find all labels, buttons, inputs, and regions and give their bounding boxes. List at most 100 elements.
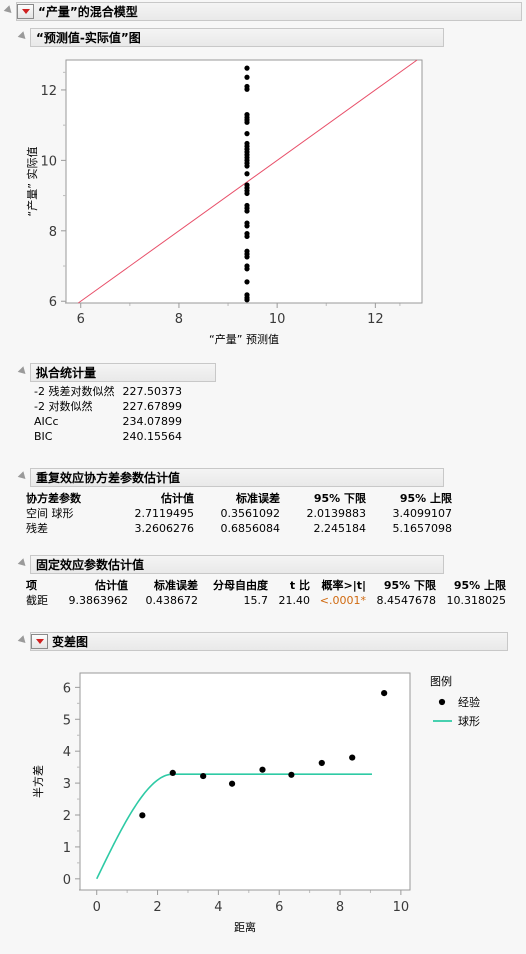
column-header[interactable]: 项 [22, 577, 58, 594]
fit-stat-value: 234.07899 [122, 415, 182, 428]
column-header[interactable]: 估计值 [58, 577, 132, 594]
x-axis-tick-label: 6 [77, 312, 85, 327]
x-axis-tick-label: 8 [336, 900, 344, 915]
table-row: -2 对数似然 227.67899 [30, 400, 186, 415]
actual-by-predicted-plot[interactable]: 6 8 10 12 6 8 10 12 “产量” 预测值 “产量” 实际值 [14, 50, 434, 355]
disclosure-triangle-icon[interactable] [4, 7, 13, 16]
disclosure-triangle-icon-vg[interactable] [18, 637, 27, 646]
variogram-plot[interactable]: 0 1 2 3 4 5 6 0 2 4 6 8 10 距离 半方差 图例 经验 球形 [10, 655, 526, 950]
fixed-effects-section: 固定效应参数估计值 [14, 555, 444, 574]
disclosure-triangle-icon-cov[interactable] [18, 473, 27, 482]
fit-statistics-table-wrap: -2 残差对数似然 227.50373 -2 对数似然 227.67899 AICc 23… [30, 385, 186, 445]
disclosure-triangle-icon-fit[interactable] [18, 368, 27, 377]
x-axis-tick-label: 10 [393, 900, 410, 915]
x-axis-title: 距离 [234, 920, 256, 934]
column-header[interactable]: 协方差参数 [22, 490, 112, 507]
x-axis-tick-label: 10 [269, 312, 286, 327]
x-axis-tick-label: 6 [275, 900, 283, 915]
table-cell: <.0001* [319, 594, 366, 607]
table-row: 残差 3.2606276 0.6856084 2.245184 5.1657098 [22, 522, 456, 537]
table-row: BIC 240.15564 [30, 430, 186, 445]
y-axis-tick-label: 0 [63, 873, 71, 888]
repeated-covariance-header-bar: 重复效应协方差参数估计值 [30, 468, 444, 487]
actual-by-predicted-header-bar: “预测值-实际值”图 [30, 28, 444, 47]
table-row: -2 残差对数似然 227.50373 [30, 385, 186, 400]
fit-stat-value: 227.50373 [122, 385, 182, 398]
red-triangle-menu-icon[interactable] [17, 4, 34, 19]
y-axis-tick-label: 6 [49, 295, 57, 310]
y-axis-tick-label: 10 [40, 154, 57, 169]
fixed-effects-table-wrap: 项估计值 标准误差 分母自由度 t 比概率>|t| 95% 下限 95% 上限 截距 9.3… [22, 577, 510, 609]
table-cell: 空间 球形 [26, 507, 74, 520]
fit-statistics-title: 拟合统计量 [36, 365, 97, 380]
fit-statistics-section: 拟合统计量 [14, 363, 216, 382]
table-row: 空间 球形 2.7119495 0.3561092 2.0139883 3.409910… [22, 507, 456, 522]
table-cell: 3.2606276 [134, 522, 195, 535]
x-axis-tick-label: 12 [367, 312, 384, 327]
y-axis-tick-label: 3 [63, 777, 71, 792]
x-axis-title: “产量” 预测值 [209, 332, 279, 346]
column-header[interactable]: 标准误差 [132, 577, 202, 594]
repeated-covariance-section: 重复效应协方差参数估计值 [14, 468, 444, 487]
disclosure-triangle-icon-fx[interactable] [18, 560, 27, 569]
column-header[interactable]: 95% 下限 [284, 490, 370, 507]
table-cell: 15.7 [243, 594, 269, 607]
x-axis-tick-label: 8 [175, 312, 183, 327]
y-axis-title: “产量” 实际值 [25, 147, 39, 217]
disclosure-triangle-icon-abp[interactable] [18, 33, 27, 42]
fit-stat-label: -2 对数似然 [34, 400, 93, 413]
fit-statistics-table: -2 残差对数似然 227.50373 -2 对数似然 227.67899 AICc 23… [30, 385, 186, 445]
fit-stat-label: BIC [34, 430, 53, 443]
table-cell: 2.0139883 [306, 507, 367, 520]
fit-stat-label: -2 残差对数似然 [34, 385, 115, 398]
actual-by-predicted-svg: 6 8 10 12 6 8 10 12 “产量” 预测值 “产量” 实际值 [25, 59, 423, 346]
fit-statistics-header-bar: 拟合统计量 [30, 363, 216, 382]
y-axis-tick-label: 8 [49, 225, 57, 240]
x-axis-tick-label: 4 [214, 900, 222, 915]
fit-stat-value: 227.67899 [122, 400, 182, 413]
y-axis-tick-label: 5 [63, 713, 71, 728]
y-axis-tick-label: 6 [63, 681, 71, 696]
column-header[interactable]: t 比 [272, 577, 314, 594]
column-header[interactable]: 估计值 [112, 490, 198, 507]
table-cell: 21.40 [278, 594, 311, 607]
plot-frame [79, 672, 411, 891]
column-header[interactable]: 95% 下限 [370, 577, 440, 594]
table-cell: 0.3561092 [220, 507, 281, 520]
actual-by-predicted-section: “预测值-实际值”图 [14, 28, 526, 47]
actual-by-predicted-title: “预测值-实际值”图 [36, 30, 141, 45]
table-cell: 8.4547678 [376, 594, 437, 607]
legend-title: 图例 [430, 674, 452, 688]
table-cell: 0.6856084 [220, 522, 281, 535]
column-header[interactable]: 标准误差 [198, 490, 284, 507]
column-header[interactable]: 95% 上限 [440, 577, 510, 594]
table-cell: 残差 [26, 522, 48, 535]
x-axis-tick-label: 2 [153, 900, 161, 915]
repeated-covariance-table: 协方差参数 估计值 标准误差 95% 下限 95% 上限 空间 球形 2.7119495 0… [22, 490, 456, 537]
legend-marker-dot [438, 698, 446, 706]
table-cell: 9.3863962 [68, 594, 129, 607]
legend-entry-label[interactable]: 经验 [458, 695, 480, 709]
repeated-covariance-title: 重复效应协方差参数估计值 [36, 470, 181, 485]
column-header[interactable]: 95% 上限 [370, 490, 456, 507]
variogram-svg: 0 1 2 3 4 5 6 0 2 4 6 8 10 距离 半方差 图例经验球形 [31, 672, 480, 934]
table-cell: 5.1657098 [392, 522, 453, 535]
fixed-effects-header-bar: 固定效应参数估计值 [30, 555, 444, 574]
x-axis-tick-label: 0 [93, 900, 101, 915]
plot-frame [65, 59, 423, 304]
fit-stat-value: 240.15564 [122, 430, 182, 443]
repeated-covariance-table-wrap: 协方差参数 估计值 标准误差 95% 下限 95% 上限 空间 球形 2.7119495 0… [22, 490, 456, 537]
variogram-header-bar: 变差图 [30, 632, 508, 651]
table-cell: 2.7119495 [134, 507, 195, 520]
table-row: 截距 9.3863962 0.438672 15.7 21.40 <.0001* 8.454… [22, 594, 510, 609]
red-triangle-menu-icon-variogram[interactable] [31, 634, 48, 649]
fixed-effects-table: 项估计值 标准误差 分母自由度 t 比概率>|t| 95% 下限 95% 上限 截距 9.3… [22, 577, 510, 609]
table-cell: 3.4099107 [392, 507, 453, 520]
table-cell: 10.318025 [446, 594, 507, 607]
legend-entry-label[interactable]: 球形 [458, 714, 480, 728]
column-header[interactable]: 分母自由度 [202, 577, 272, 594]
table-cell: 2.245184 [313, 522, 367, 535]
table-row: AICc 234.07899 [30, 415, 186, 430]
mixed-model-outline-node: “产量”的混合模型 [0, 2, 526, 21]
column-header[interactable]: 概率>|t| [314, 577, 370, 594]
